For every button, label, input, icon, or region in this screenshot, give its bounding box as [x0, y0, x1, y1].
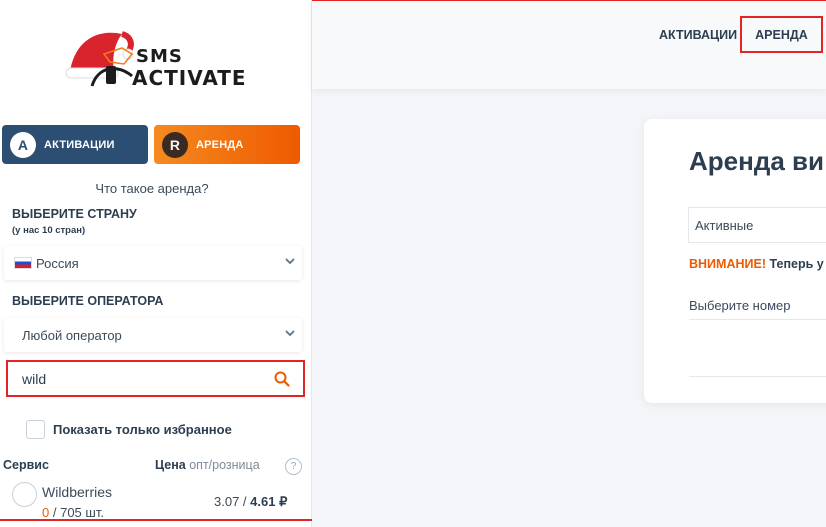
help-icon[interactable]: ?	[285, 458, 302, 475]
warning-bold: ВНИМАНИЕ!	[689, 257, 766, 271]
tab-rent-label: АРЕНДА	[196, 138, 244, 151]
page: SMS ACTIVATE A АКТИВАЦИИ R АРЕНДА Что та…	[0, 0, 826, 527]
operator-value: Любой оператор	[22, 327, 122, 343]
favorites-checkbox[interactable]	[26, 420, 45, 439]
nav-activations[interactable]: АКТИВАЦИИ	[659, 28, 737, 42]
logo-activate: ACTIVATE	[132, 66, 247, 90]
country-title: ВЫБЕРИТЕ СТРАНУ	[12, 207, 137, 221]
service-total: / 705 шт.	[52, 505, 104, 520]
service-price-retail: 4.61 ₽	[250, 494, 288, 509]
chevron-down-icon	[285, 258, 295, 265]
highlight-line	[0, 519, 312, 521]
country-select[interactable]: Россия	[4, 246, 302, 280]
service-count: 0 / 705 шт.	[42, 505, 104, 520]
favorites-toggle[interactable]: Показать только избранное	[26, 420, 232, 439]
warning-text: ВНИМАНИЕ! Теперь у	[689, 257, 824, 271]
country-subtitle: (у нас 10 стран)	[12, 225, 86, 236]
operator-select[interactable]: Любой оператор	[4, 318, 302, 352]
logo-sms: SMS	[136, 46, 183, 67]
price-header-bold: Цена	[155, 458, 186, 472]
service-name[interactable]: Wildberries	[42, 484, 112, 500]
tab-activations-button[interactable]: A АКТИВАЦИИ	[2, 125, 148, 164]
nav-rent[interactable]: АРЕНДА	[740, 16, 823, 53]
operator-title: ВЫБЕРИТЕ ОПЕРАТОРА	[12, 294, 164, 308]
price-column-header: Цена опт/розница	[155, 458, 260, 472]
page-title: Аренда ви	[689, 146, 824, 176]
activations-logo-icon: A	[10, 131, 36, 158]
service-available: 0	[42, 505, 50, 520]
chevron-down-icon	[285, 330, 295, 337]
sidebar: SMS ACTIVATE A АКТИВАЦИИ R АРЕНДА Что та…	[0, 0, 312, 527]
divider	[689, 319, 826, 320]
search-icon[interactable]	[273, 370, 291, 388]
service-search[interactable]	[6, 360, 305, 397]
russia-flag-icon	[14, 257, 32, 269]
service-search-input[interactable]	[22, 370, 252, 387]
warning-rest: Теперь у	[769, 257, 824, 271]
phone-hand-icon	[90, 66, 133, 87]
rent-logo-icon: R	[162, 131, 188, 158]
favorites-label: Показать только избранное	[53, 422, 232, 437]
logo[interactable]: SMS ACTIVATE	[62, 16, 246, 102]
logo-text: SMS ACTIVATE	[132, 46, 247, 90]
price-header-rest: опт/розница	[189, 458, 260, 472]
service-price[interactable]: 3.07 / 4.61 ₽	[214, 494, 287, 510]
divider	[689, 376, 826, 377]
what-is-rent-link[interactable]: Что такое аренда?	[0, 181, 304, 196]
service-wildberries-favorite-toggle[interactable]	[12, 482, 37, 507]
service-column-header: Сервис	[3, 458, 49, 472]
tab-rent-button[interactable]: R АРЕНДА	[154, 125, 300, 164]
active-filter-select[interactable]: Активные	[688, 207, 826, 243]
tab-activations-label: АКТИВАЦИИ	[44, 138, 115, 151]
country-value: Россия	[36, 255, 79, 271]
choose-number-label: Выберите номер	[689, 298, 791, 313]
service-price-opt: 3.07 /	[214, 494, 247, 509]
